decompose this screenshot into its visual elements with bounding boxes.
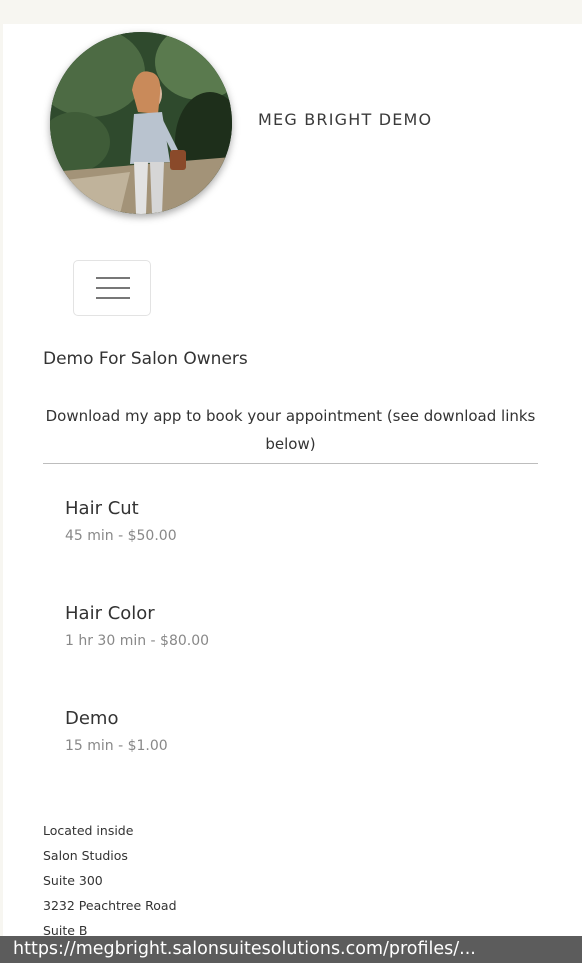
menu-button[interactable] bbox=[73, 260, 151, 316]
address-block: Located inside Salon Studios Suite 300 3… bbox=[43, 818, 177, 943]
service-duration-price: 1 hr 30 min - $80.00 bbox=[65, 633, 210, 649]
page-title: Demo For Salon Owners bbox=[43, 349, 248, 369]
service-duration-price: 15 min - $1.00 bbox=[65, 738, 168, 754]
service-name: Hair Cut bbox=[65, 498, 139, 519]
address-line: Salon Studios bbox=[43, 848, 128, 863]
service-item[interactable]: Demo 15 min - $1.00 bbox=[65, 708, 168, 754]
address-line: 3232 Peachtree Road bbox=[43, 898, 177, 913]
top-browser-strip bbox=[0, 0, 582, 24]
divider bbox=[43, 463, 538, 464]
service-name: Hair Color bbox=[65, 603, 155, 624]
address-line: Suite 300 bbox=[43, 873, 103, 888]
intro-text: Download my app to book your appointment… bbox=[45, 407, 536, 453]
service-duration-price: 45 min - $50.00 bbox=[65, 528, 177, 544]
service-item[interactable]: Hair Color 1 hr 30 min - $80.00 bbox=[65, 603, 209, 649]
service-name: Demo bbox=[65, 708, 119, 729]
site-name: MEG BRIGHT DEMO bbox=[258, 110, 433, 129]
service-item[interactable]: Hair Cut 45 min - $50.00 bbox=[65, 498, 177, 544]
left-edge bbox=[0, 0, 3, 963]
profile-avatar bbox=[50, 32, 232, 214]
address-line: Located inside bbox=[43, 823, 134, 838]
link-status-bar: https://megbright.salonsuitesolutions.co… bbox=[0, 936, 582, 963]
